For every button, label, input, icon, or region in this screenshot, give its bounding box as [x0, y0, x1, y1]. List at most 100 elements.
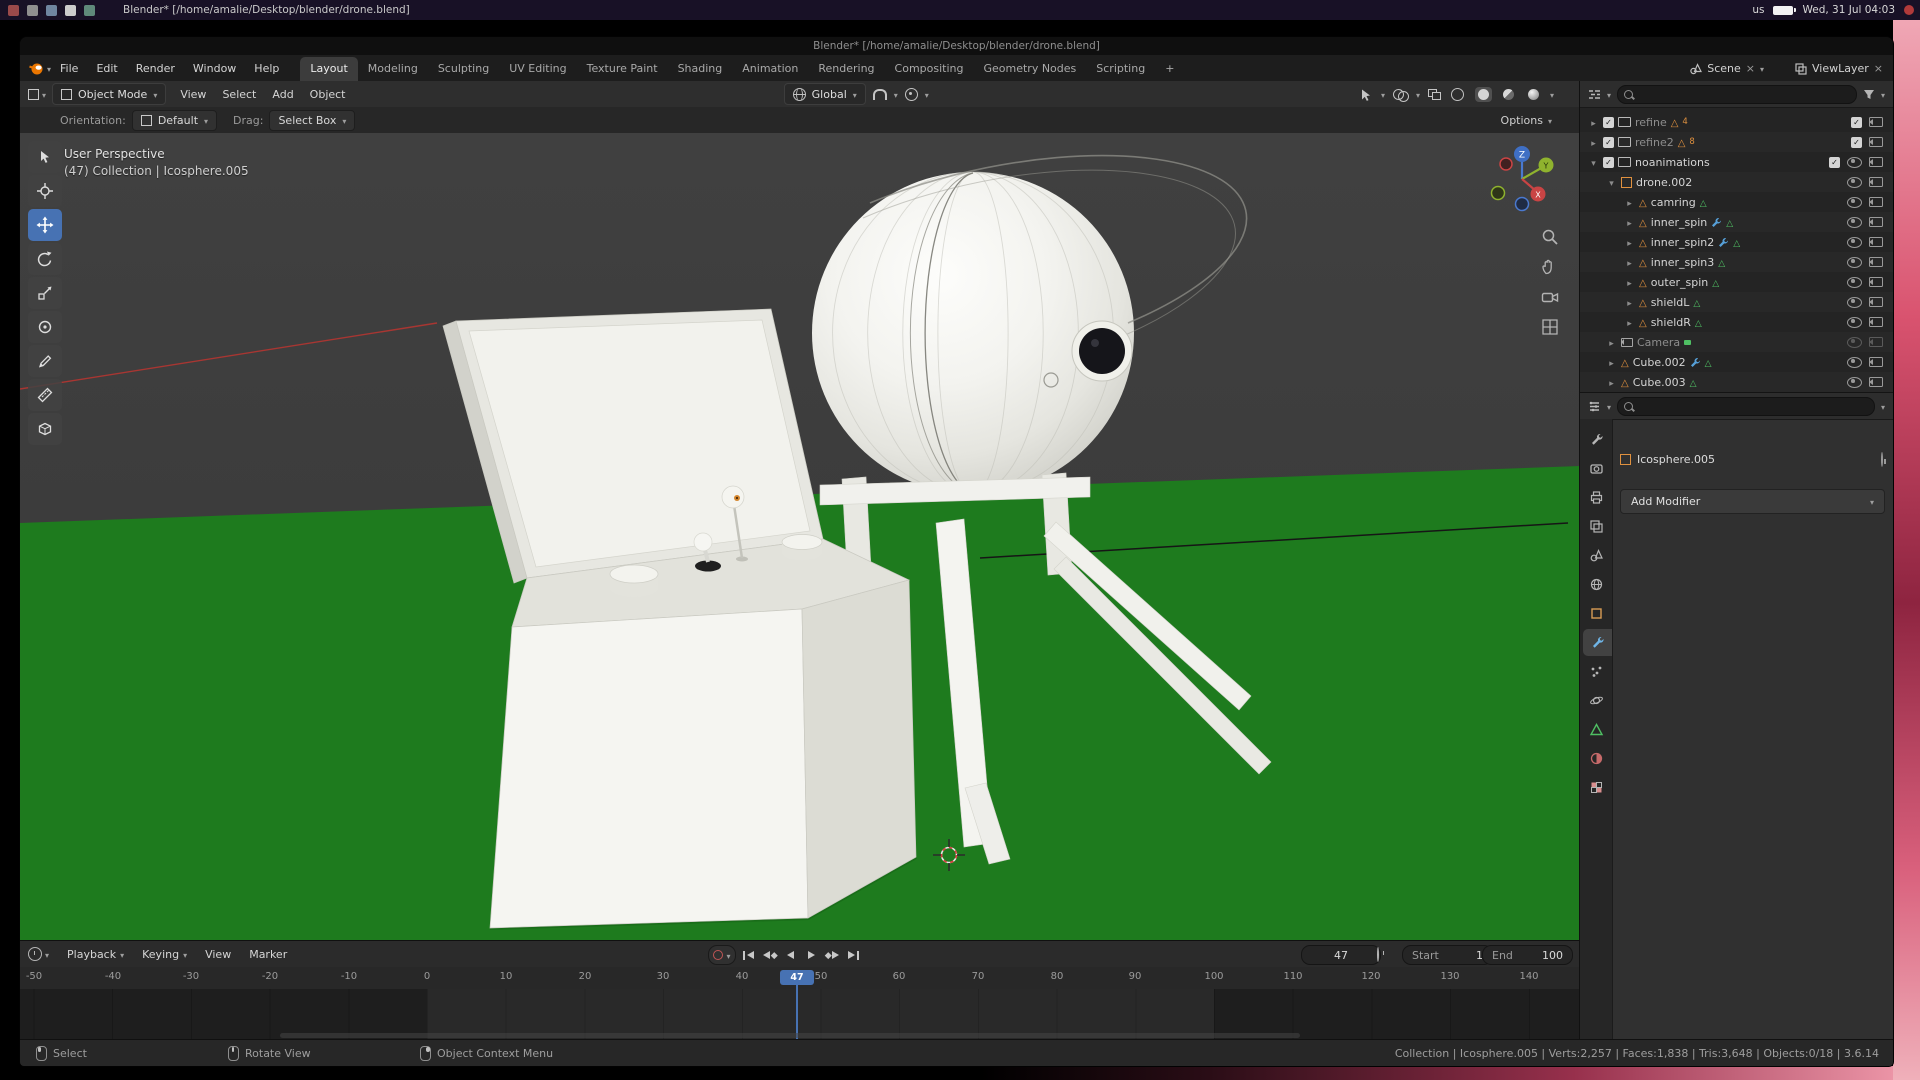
3d-viewport[interactable]: User Perspective (47) Collection | Icosp… — [20, 133, 1580, 940]
menu-object[interactable]: Object — [302, 88, 354, 101]
axis-neg-x[interactable] — [1500, 158, 1512, 170]
collection-checkbox[interactable] — [1603, 117, 1614, 128]
expand-icon[interactable] — [1624, 296, 1635, 309]
visibility-eye-icon[interactable] — [1847, 297, 1862, 308]
playhead-line[interactable] — [796, 985, 798, 1040]
scene-selector[interactable]: Scene × — [1689, 62, 1764, 75]
tool-annotate[interactable] — [28, 345, 62, 377]
tool-scale[interactable] — [28, 277, 62, 309]
tab-sculpting[interactable]: Sculpting — [428, 57, 499, 81]
render-visibility-icon[interactable] — [1869, 277, 1883, 287]
menu-file[interactable]: File — [51, 62, 87, 75]
timeline-editor-type-button[interactable] — [28, 947, 49, 961]
expand-icon[interactable] — [1624, 196, 1635, 209]
outliner-row-inner-spin3[interactable]: inner_spin3 — [1580, 252, 1893, 272]
add-modifier-button[interactable]: Add Modifier — [1620, 489, 1885, 514]
axis-neg-z[interactable] — [1516, 198, 1529, 211]
outliner-row-shieldr[interactable]: shieldR — [1580, 312, 1893, 332]
menu-playback[interactable]: Playback — [59, 948, 132, 961]
unlink-icon[interactable]: × — [1874, 62, 1883, 75]
expand-icon[interactable] — [1624, 216, 1635, 229]
visibility-eye-icon[interactable] — [1847, 257, 1862, 268]
jump-to-end-button[interactable] — [845, 947, 862, 964]
outliner-row-noanimations[interactable]: noanimations — [1580, 152, 1893, 172]
outliner-row-outer-spin[interactable]: outer_spin — [1580, 272, 1893, 292]
tool-rotate[interactable] — [28, 243, 62, 275]
chevron-down-icon[interactable] — [1881, 88, 1885, 101]
shading-material-button[interactable] — [1500, 87, 1517, 102]
visibility-eye-icon[interactable] — [1847, 237, 1862, 248]
tab-tool[interactable] — [1580, 426, 1612, 453]
keyboard-layout-indicator[interactable]: us — [1752, 4, 1764, 16]
system-clock[interactable]: Wed, 31 Jul 04:03 — [1802, 4, 1895, 16]
visibility-eye-icon[interactable] — [1847, 197, 1862, 208]
menu-select[interactable]: Select — [214, 88, 264, 101]
menu-add[interactable]: Add — [264, 88, 301, 101]
shading-rendered-button[interactable] — [1525, 87, 1542, 102]
tab-texture[interactable] — [1580, 774, 1612, 801]
tab-layout[interactable]: Layout — [300, 57, 357, 81]
orthographic-toggle-button[interactable] — [1538, 315, 1562, 339]
render-visibility-icon[interactable] — [1869, 157, 1883, 167]
filter-funnel-icon[interactable] — [1863, 89, 1875, 100]
play-button[interactable] — [803, 947, 820, 964]
outliner-row-inner-spin2[interactable]: inner_spin2 — [1580, 232, 1893, 252]
chevron-down-icon[interactable] — [894, 88, 898, 101]
view-layer-selector[interactable]: ViewLayer × — [1794, 62, 1883, 75]
visibility-eye-icon[interactable] — [1847, 337, 1862, 348]
expand-icon[interactable] — [1606, 376, 1617, 389]
menu-render[interactable]: Render — [127, 62, 184, 75]
tab-object[interactable] — [1580, 600, 1612, 627]
shading-solid-button[interactable] — [1475, 87, 1492, 102]
tab-compositing[interactable]: Compositing — [885, 57, 974, 81]
power-icon[interactable] — [1904, 5, 1914, 15]
transform-orientation-dropdown[interactable]: Global — [784, 83, 866, 105]
render-visibility-icon[interactable] — [1869, 377, 1883, 387]
tab-object-data[interactable] — [1580, 716, 1612, 743]
tab-texture-paint[interactable]: Texture Paint — [577, 57, 668, 81]
pan-button[interactable] — [1538, 255, 1562, 279]
chevron-down-icon[interactable] — [925, 88, 929, 101]
expand-icon[interactable] — [1606, 356, 1617, 369]
viewlayer-checkbox[interactable] — [1851, 137, 1862, 148]
tab-modifiers[interactable] — [1583, 629, 1612, 656]
navigation-gizmo[interactable]: Z Y X — [1486, 143, 1558, 215]
render-visibility-icon[interactable] — [1869, 257, 1883, 267]
taskbar-app-icon[interactable] — [65, 5, 76, 16]
selectability-icon[interactable] — [1359, 88, 1373, 101]
outliner-row-camera[interactable]: Camera — [1580, 332, 1893, 352]
unlink-icon[interactable]: × — [1746, 62, 1755, 75]
render-visibility-icon[interactable] — [1869, 317, 1883, 327]
timeline-scrollbar[interactable] — [280, 1033, 1300, 1038]
pin-icon[interactable] — [1881, 453, 1883, 466]
visibility-eye-icon[interactable] — [1847, 277, 1862, 288]
render-visibility-icon[interactable] — [1869, 177, 1883, 187]
outliner-search-input[interactable] — [1617, 85, 1857, 104]
tab-material[interactable] — [1580, 745, 1612, 772]
render-visibility-icon[interactable] — [1869, 237, 1883, 247]
tab-particles[interactable] — [1580, 658, 1612, 685]
render-visibility-icon[interactable] — [1869, 357, 1883, 367]
menu-edit[interactable]: Edit — [87, 62, 126, 75]
menu-window[interactable]: Window — [184, 62, 245, 75]
tab-animation[interactable]: Animation — [732, 57, 808, 81]
axis-neg-y[interactable] — [1492, 187, 1505, 200]
tab-physics[interactable] — [1580, 687, 1612, 714]
taskbar-app-icon[interactable] — [84, 5, 95, 16]
taskbar-window-title[interactable]: Blender* [/home/amalie/Desktop/blender/d… — [123, 4, 410, 16]
mode-dropdown[interactable]: Object Mode — [52, 83, 166, 105]
overlays-icon[interactable] — [1393, 89, 1408, 100]
viewlayer-checkbox[interactable] — [1829, 157, 1840, 168]
play-reverse-button[interactable] — [782, 947, 799, 964]
menu-help[interactable]: Help — [245, 62, 288, 75]
expand-icon[interactable] — [1588, 116, 1599, 129]
tool-measure[interactable] — [28, 379, 62, 411]
render-visibility-icon[interactable] — [1869, 337, 1883, 347]
chevron-down-icon[interactable] — [1607, 88, 1611, 101]
frame-end-field[interactable]: End 100 — [1482, 945, 1573, 965]
jump-to-start-button[interactable] — [740, 947, 757, 964]
active-object-name[interactable]: Icosphere.005 — [1637, 453, 1715, 466]
taskbar-app-icon[interactable] — [46, 5, 57, 16]
snap-magnet-icon[interactable] — [873, 89, 887, 100]
render-visibility-icon[interactable] — [1869, 217, 1883, 227]
